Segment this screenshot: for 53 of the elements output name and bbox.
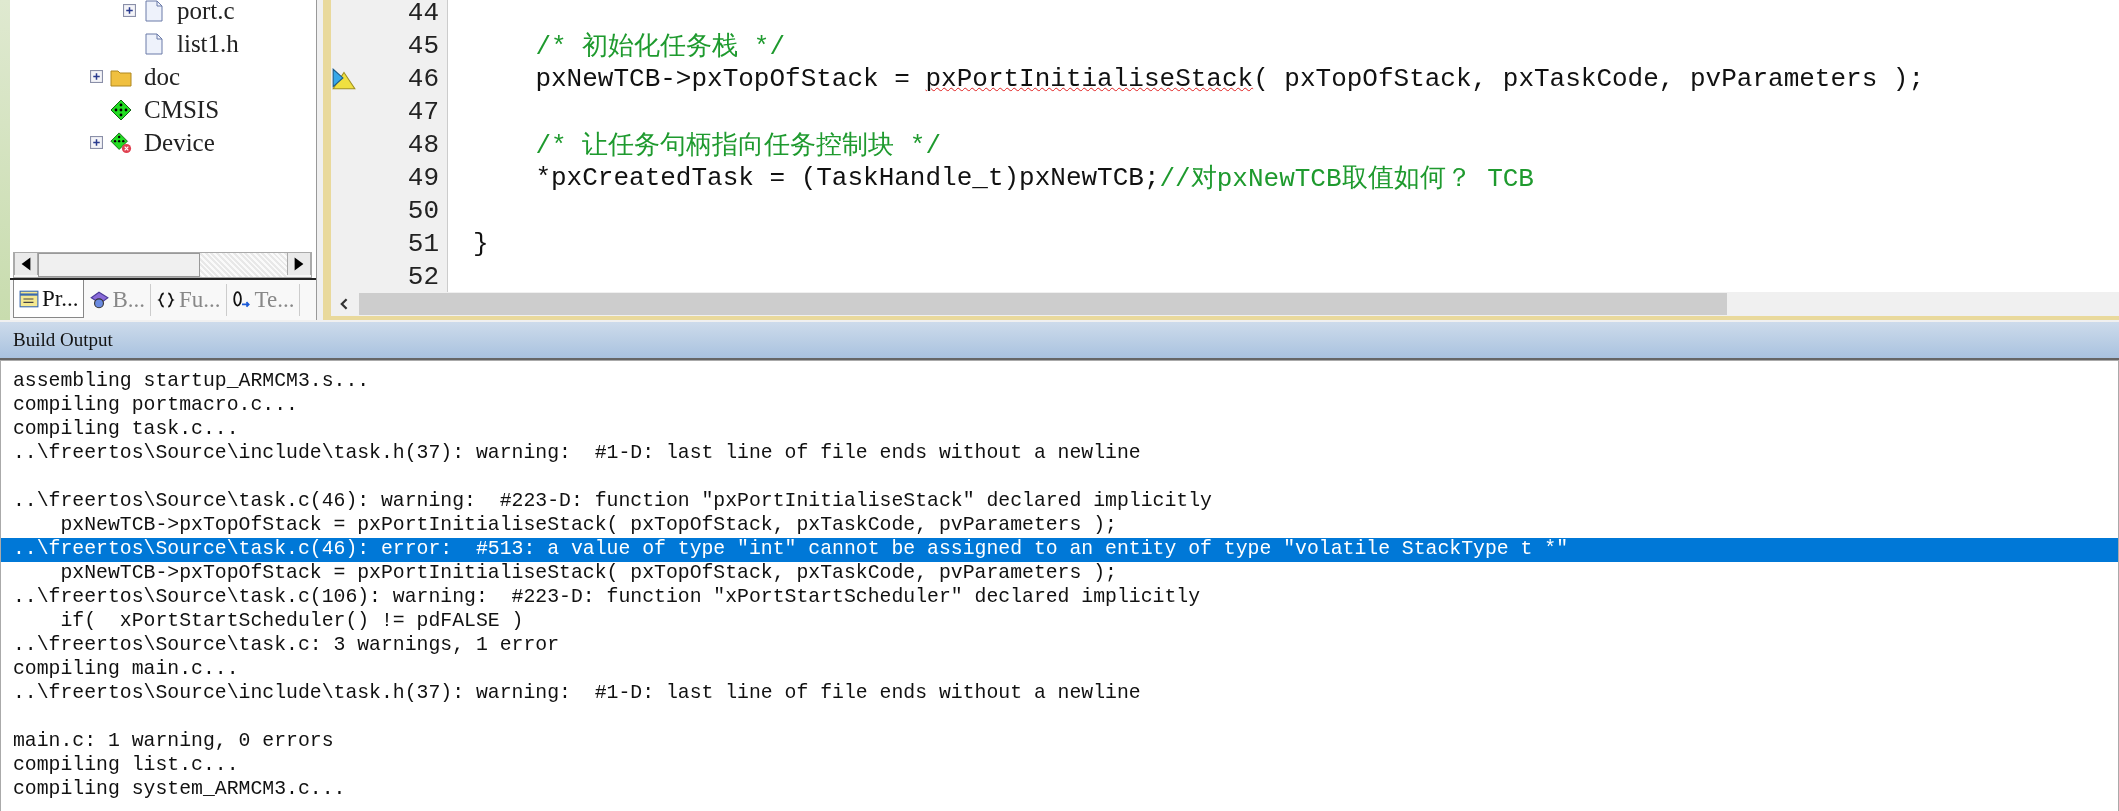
code-text: ( pxTopOfStack, pxTaskCode, pvParameters ); [1253,63,1925,94]
output-line[interactable]: pxNewTCB->pxTopOfStack = pxPortInitialiseStack( pxTopOfStack, pxTaskCode, pvParameters ); [1,514,2118,538]
diamond-error-icon [110,131,132,154]
output-line[interactable]: ..\freertos\Source\task.c(46): warning: #223-D: function "pxPortInitialiseStack" declared implicitly [1,490,2118,514]
output-line[interactable]: compiling task.c... [1,418,2118,442]
line-number: 50 [406,195,440,226]
panel-tab[interactable]: Pr... [13,280,85,318]
output-line[interactable]: ..\freertos\Source\task.c: 3 warnings, 1 error [1,634,2118,658]
horizontal-scrollbar[interactable] [331,292,2119,316]
expand-toggle[interactable] [123,3,136,17]
template-arrow-icon [231,291,252,309]
code-text: *pxCreatedTask = (TaskHandle_t)pxNewTCB; [534,162,1160,193]
tree-item[interactable]: Device [144,128,215,157]
tree-item[interactable]: port.c [177,0,235,25]
output-line[interactable]: ..\freertos\Source\include\task.h(37): warning: #1-D: last line of file ends without a newline [1,682,2118,706]
file-icon [143,32,165,55]
output-line[interactable]: compiling portmacro.c... [1,394,2118,418]
code-comment: //对pxNewTCB取值如何？ TCB [1159,163,1534,195]
braces-icon [156,291,177,309]
line-number: 46 [406,63,440,94]
code-comment: /* 初始化任务栈 */ [534,31,786,63]
code-comment: /* 让任务句柄指向任务控制块 */ [534,130,942,162]
output-line[interactable]: compiling system_ARMCM3.c... [1,778,2118,802]
output-line[interactable]: compiling main.c... [1,658,2118,682]
output-line[interactable]: compiling list.c... [1,754,2118,778]
code-text: pxPortInitialiseStack [925,63,1254,94]
panel-title: Build Output [13,329,113,351]
expand-toggle[interactable] [90,135,103,149]
line-number: 49 [406,162,440,193]
code-text: pxNewTCB->pxTopOfStack = [534,63,911,94]
output-line[interactable]: ..\freertos\Source\task.c(106): warning: #223-D: function "xPortStartScheduler" declared implicitly [1,586,2118,610]
output-line[interactable]: main.c: 1 warning, 0 errors [1,730,2118,754]
file-icon [143,0,165,22]
line-number: 44 [406,0,440,28]
line-number: 51 [406,228,440,259]
output-line[interactable]: assembling startup_ARMCM3.s... [1,370,2118,394]
expand-toggle[interactable] [90,69,103,83]
tree-item[interactable]: CMSIS [144,95,220,124]
line-number: 47 [406,96,440,127]
code-text: } [473,228,489,259]
line-number: 45 [406,30,440,61]
tree-item[interactable]: doc [144,62,181,91]
diamond-icon [110,98,132,121]
output-line[interactable]: if( xPortStartScheduler() != pdFALSE ) [1,610,2118,634]
line-number: 48 [406,129,440,160]
line-number: 52 [406,261,440,292]
window-icon [19,289,39,308]
output-line[interactable]: pxNewTCB->pxTopOfStack = pxPortInitialiseStack( pxTopOfStack, pxTaskCode, pvParameters ); [1,562,2118,586]
output-line[interactable]: ..\freertos\Source\include\task.h(37): warning: #1-D: last line of file ends without a newline [1,442,2118,466]
scroll-right-icon[interactable] [287,253,311,275]
horizontal-scrollbar[interactable] [13,252,312,278]
scroll-left-icon[interactable] [14,253,38,275]
tree-item[interactable]: list1.h [177,29,239,58]
